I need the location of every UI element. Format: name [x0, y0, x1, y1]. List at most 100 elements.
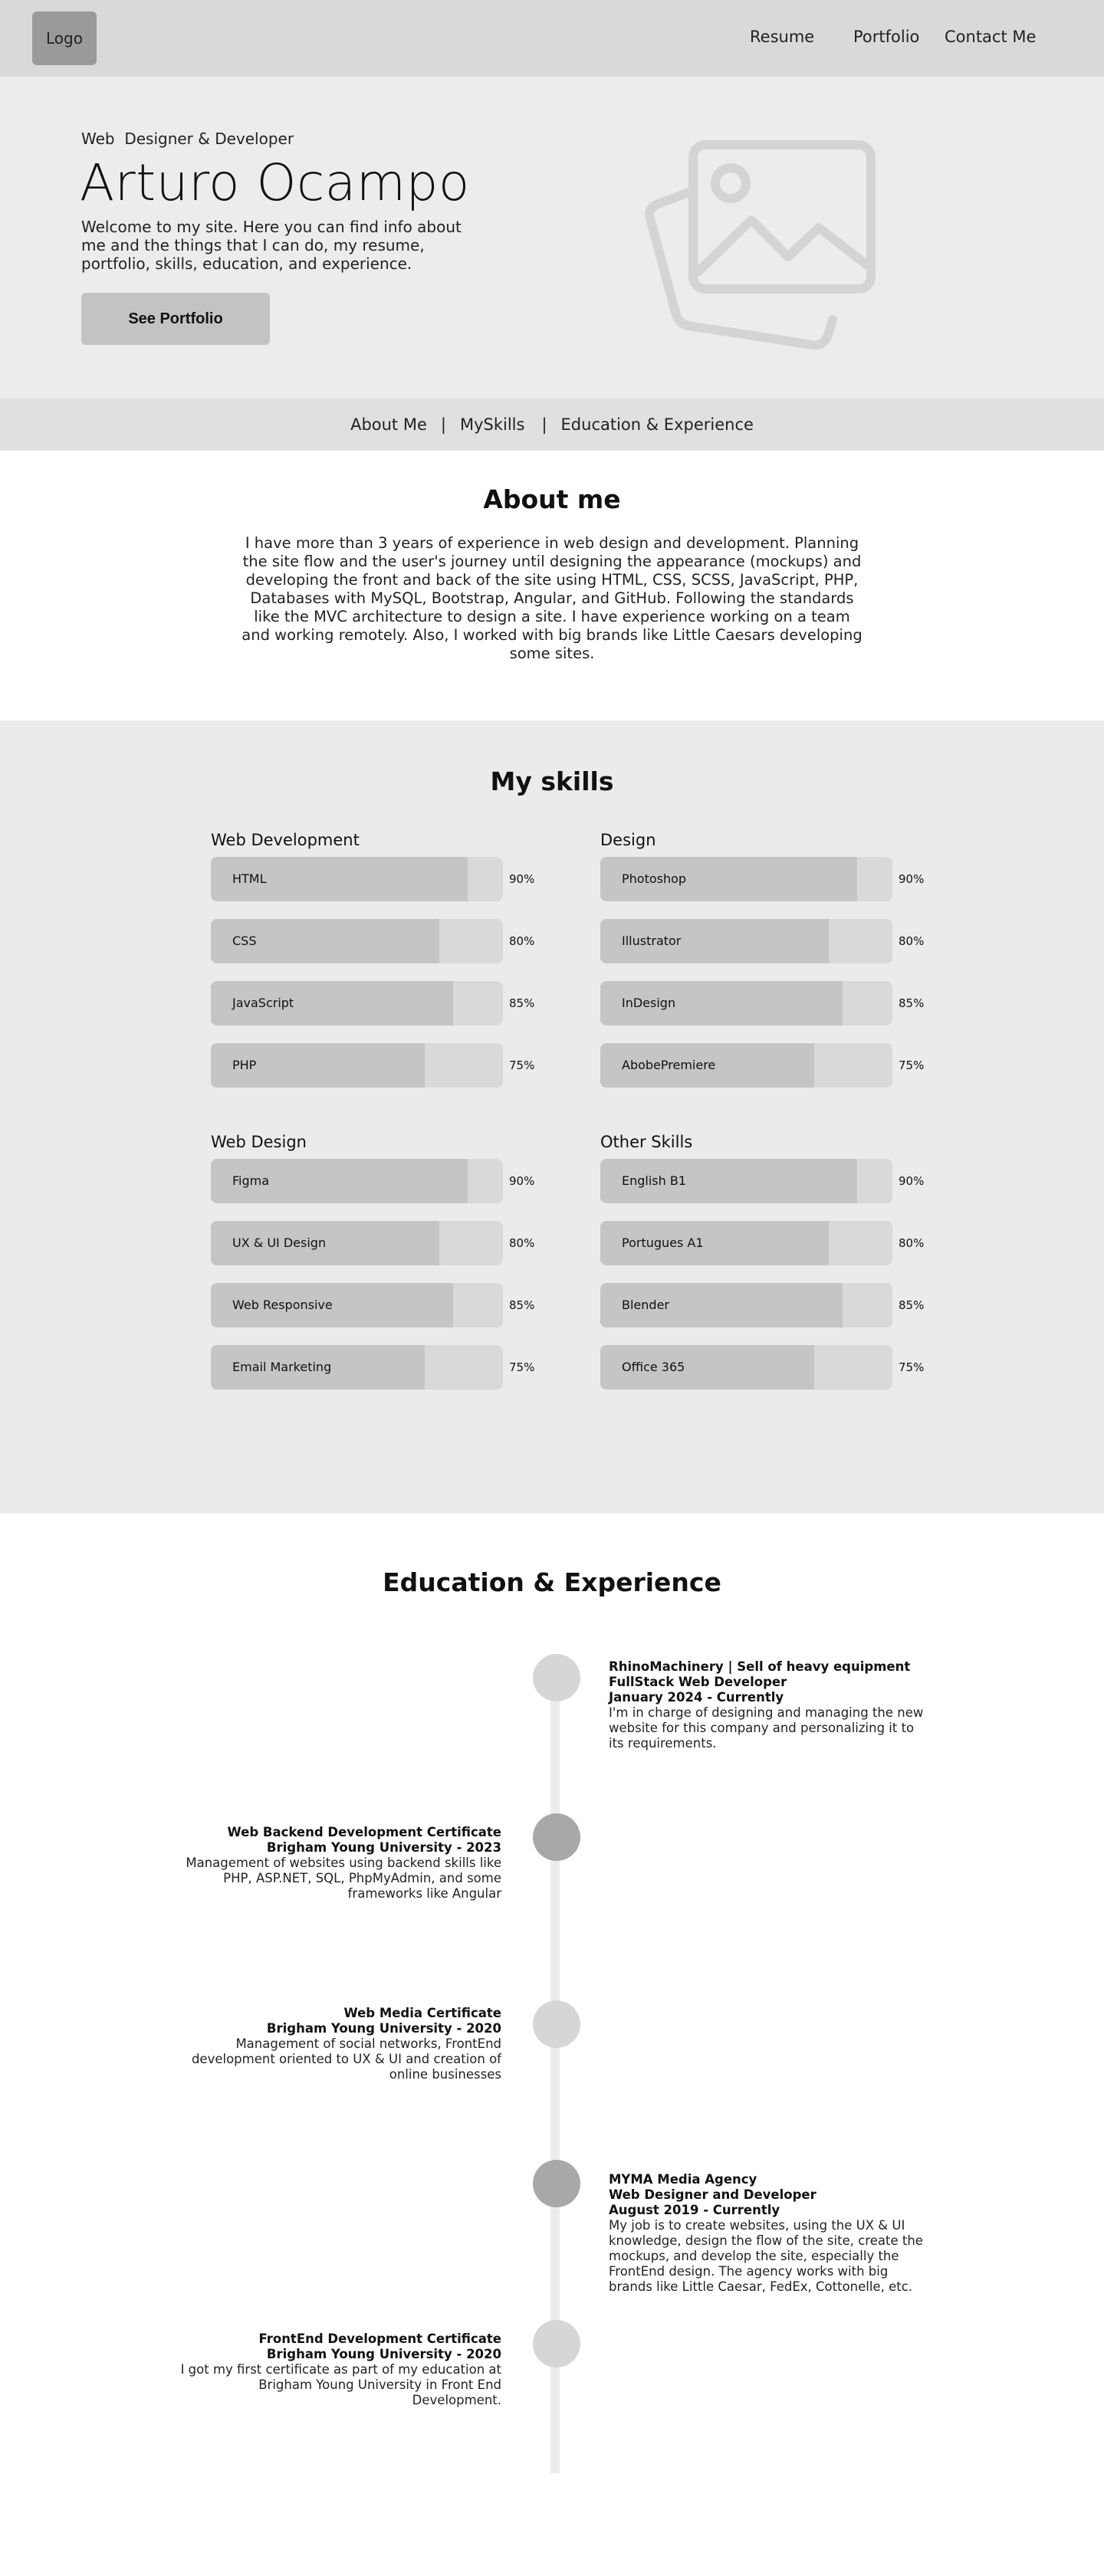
entry-description: Management of social networks, FrontEnd …: [191, 2036, 501, 2082]
entry-date: January 2024 - Currently: [609, 1690, 784, 1705]
skill-group-title: Web Design: [211, 1133, 307, 1151]
skill-percent: 85%: [509, 996, 535, 1010]
timeline-dot: [533, 2160, 580, 2207]
entry-subtitle: Brigham Young University - 2020: [266, 2021, 501, 2036]
timeline-dot: [533, 2000, 580, 2048]
skill-row: Illustrator 80%: [600, 919, 953, 963]
skill-progress-bar: PHP: [211, 1043, 503, 1088]
education-title: Education & Experience: [383, 1567, 721, 1597]
skill-name: Web Responsive: [232, 1298, 333, 1312]
skill-name: PHP: [232, 1058, 257, 1072]
skill-progress-bar: Email Marketing: [211, 1345, 503, 1390]
skill-name: InDesign: [622, 996, 676, 1010]
entry-description: I got my first certificate as part of my…: [180, 2362, 501, 2407]
skill-row: Portugues A1 80%: [600, 1221, 953, 1265]
entry-title: FrontEnd Development Certificate: [258, 2332, 502, 2346]
section-nav-education[interactable]: Education & Experience: [561, 415, 754, 434]
about-title: About me: [483, 484, 621, 514]
skill-percent: 90%: [509, 1174, 535, 1188]
section-nav-separator: |: [440, 415, 446, 434]
skill-percent: 85%: [509, 1298, 535, 1312]
about-text: I have more than 3 years of experience i…: [242, 534, 863, 662]
entry-title: Web Backend Development Certificate: [227, 1825, 501, 1839]
nav-portfolio-link[interactable]: Portfolio: [853, 28, 919, 46]
timeline-entry: MYMA Media Agency Web Designer and Devel…: [609, 2172, 931, 2295]
skill-progress-bar: Illustrator: [600, 919, 892, 963]
skill-group: Web Development HTML 90% CSS 80% JavaScript 85…: [211, 831, 564, 1105]
entry-subtitle: Web Designer and Developer: [609, 2187, 816, 2202]
skill-row: HTML 90%: [211, 857, 564, 901]
timeline-entry: RhinoMachinery | Sell of heavy equipment…: [609, 1659, 931, 1751]
skill-name: CSS: [232, 934, 257, 948]
skill-name: UX & UI Design: [232, 1235, 327, 1250]
logo[interactable]: Logo: [32, 11, 97, 65]
entry-description: Management of websites using backend ski…: [186, 1856, 501, 1901]
timeline-dot: [533, 1813, 580, 1861]
section-nav-about[interactable]: About Me: [350, 415, 427, 434]
skill-name: Portugues A1: [622, 1235, 704, 1250]
skill-name: AbobePremiere: [622, 1058, 716, 1072]
skill-row: Blender 85%: [600, 1283, 953, 1327]
skill-progress-bar: UX & UI Design: [211, 1221, 503, 1265]
skill-percent: 90%: [509, 872, 535, 886]
skill-row: CSS 80%: [211, 919, 564, 963]
skill-name: Blender: [622, 1298, 669, 1312]
hero-name: Arturo Ocampo: [80, 153, 470, 212]
skills-section: My skills Web Development HTML 90% CSS 80% Ja…: [0, 720, 1104, 1514]
section-nav-separator: |: [541, 415, 547, 434]
skill-name: Illustrator: [622, 934, 682, 948]
skill-group-title: Web Development: [211, 831, 360, 849]
timeline-dot: [533, 2320, 580, 2368]
skill-progress-bar: Office 365: [600, 1345, 892, 1390]
skill-row: Web Responsive 85%: [211, 1283, 564, 1327]
image-placeholder-icon: [645, 140, 876, 350]
section-nav-skills[interactable]: MySkills: [460, 415, 524, 434]
entry-description: My job is to create websites, using the …: [609, 2218, 923, 2294]
hero-description: Welcome to my site. Here you can find in…: [81, 218, 462, 273]
nav-contact-link[interactable]: Contact Me: [945, 28, 1036, 46]
hero-kicker: Web Designer & Developer: [81, 130, 294, 148]
skill-group: Other Skills English B1 90% Portugues A1 80%…: [600, 1133, 953, 1407]
timeline-entry: Web Media Certificate Brigham Young Univ…: [179, 2006, 501, 2082]
skill-progress-bar: AbobePremiere: [600, 1043, 892, 1088]
section-nav: About Me | MySkills | Education & Experi…: [0, 399, 1104, 451]
skill-progress-bar: JavaScript: [211, 981, 503, 1025]
skill-group-title: Other Skills: [600, 1133, 693, 1151]
skill-row: PHP 75%: [211, 1043, 564, 1088]
skill-name: Office 365: [622, 1360, 685, 1374]
skill-percent: 80%: [899, 1236, 925, 1250]
entry-subtitle: FullStack Web Developer: [609, 1675, 787, 1689]
entry-title: RhinoMachinery | Sell of heavy equipment: [609, 1659, 911, 1674]
skill-progress-bar: CSS: [211, 919, 503, 963]
entry-title: MYMA Media Agency: [609, 2172, 757, 2187]
skill-progress-bar: Web Responsive: [211, 1283, 503, 1327]
see-portfolio-button[interactable]: See Portfolio: [81, 293, 270, 345]
skill-name: Figma: [232, 1173, 270, 1188]
skill-row: InDesign 85%: [600, 981, 953, 1025]
skill-percent: 85%: [899, 1298, 925, 1312]
skill-name: HTML: [232, 871, 267, 886]
nav-resume-link[interactable]: Resume: [750, 28, 814, 46]
skill-group-title: Design: [600, 831, 656, 849]
skill-name: JavaScript: [232, 996, 294, 1010]
skill-row: AbobePremiere 75%: [600, 1043, 953, 1088]
skills-title: My skills: [490, 766, 614, 796]
skill-percent: 80%: [509, 1236, 535, 1250]
skill-percent: 75%: [509, 1058, 535, 1072]
skill-progress-bar: Portugues A1: [600, 1221, 892, 1265]
skill-group: Design Photoshop 90% Illustrator 80% InDesign…: [600, 831, 953, 1105]
entry-subtitle: Brigham Young University - 2020: [266, 2347, 501, 2361]
skill-percent: 75%: [899, 1058, 925, 1072]
entry-title: Web Media Certificate: [343, 2006, 501, 2020]
entry-date: August 2019 - Currently: [609, 2203, 780, 2217]
skill-row: English B1 90%: [600, 1159, 953, 1203]
timeline-entry: Web Backend Development Certificate Brig…: [179, 1825, 501, 1902]
skill-row: Photoshop 90%: [600, 857, 953, 901]
skill-row: JavaScript 85%: [211, 981, 564, 1025]
skill-percent: 90%: [899, 1174, 925, 1188]
skill-row: UX & UI Design 80%: [211, 1221, 564, 1265]
skill-percent: 75%: [509, 1360, 535, 1374]
timeline-entry: FrontEnd Development Certificate Brigham…: [179, 2332, 501, 2408]
skill-name: Photoshop: [622, 871, 687, 886]
skill-percent: 75%: [899, 1360, 925, 1374]
